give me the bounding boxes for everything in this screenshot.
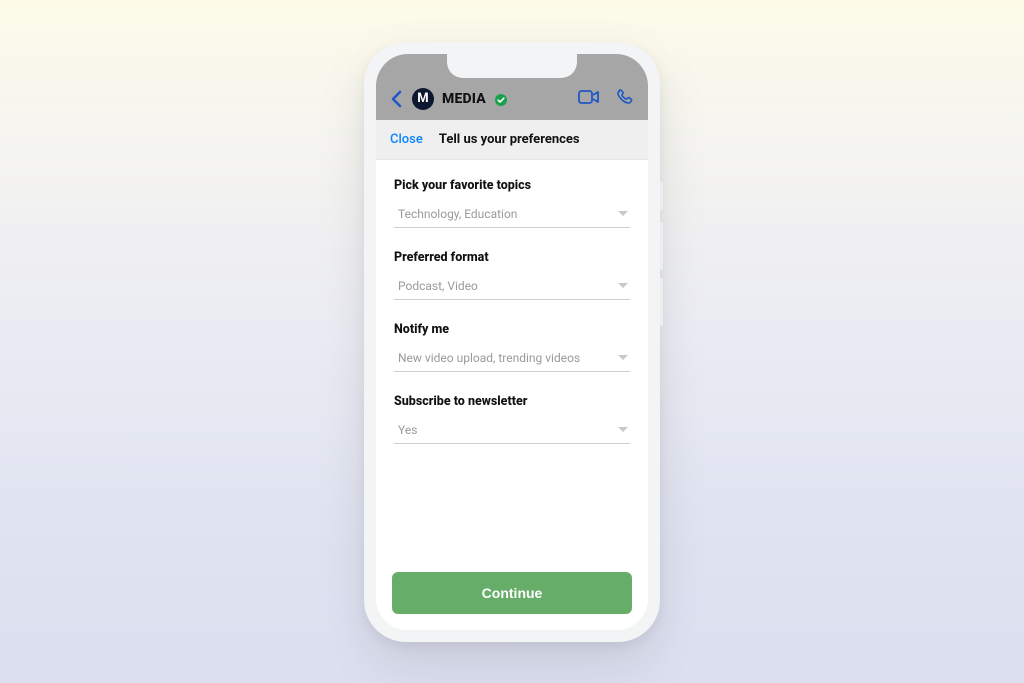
field-format: Preferred format Podcast, Video (394, 250, 630, 300)
verified-icon (494, 92, 508, 106)
field-newsletter: Subscribe to newsletter Yes (394, 394, 630, 444)
modal-title: Tell us your preferences (439, 132, 580, 147)
field-label: Pick your favorite topics (394, 178, 630, 193)
select-value: Technology, Education (398, 207, 517, 221)
brand-avatar: M (412, 88, 434, 110)
select-newsletter[interactable]: Yes (394, 419, 630, 444)
select-value: Podcast, Video (398, 279, 478, 293)
chevron-down-icon (618, 283, 628, 288)
select-notify[interactable]: New video upload, trending videos (394, 347, 630, 372)
phone-frame: M MEDIA Close Tell us your preferences P… (364, 42, 660, 642)
chevron-down-icon (618, 211, 628, 216)
brand-letter: M (417, 91, 428, 106)
field-label: Preferred format (394, 250, 630, 265)
continue-button[interactable]: Continue (392, 572, 632, 614)
phone-call-icon[interactable] (616, 88, 634, 110)
select-topics[interactable]: Technology, Education (394, 203, 630, 228)
footer: Continue (376, 556, 648, 630)
chevron-down-icon (618, 355, 628, 360)
form: Pick your favorite topics Technology, Ed… (376, 160, 648, 556)
chevron-down-icon (618, 427, 628, 432)
side-button (660, 222, 663, 270)
field-topics: Pick your favorite topics Technology, Ed… (394, 178, 630, 228)
notch (447, 54, 577, 78)
field-label: Subscribe to newsletter (394, 394, 630, 409)
select-value: New video upload, trending videos (398, 351, 580, 365)
brand-name: MEDIA (442, 91, 486, 107)
back-icon[interactable] (390, 90, 404, 108)
modal-header: Close Tell us your preferences (376, 120, 648, 160)
screen: M MEDIA Close Tell us your preferences P… (376, 54, 648, 630)
side-button (660, 182, 663, 210)
side-button (660, 278, 663, 326)
field-label: Notify me (394, 322, 630, 337)
close-button[interactable]: Close (390, 132, 423, 147)
video-call-icon[interactable] (578, 89, 600, 109)
select-value: Yes (398, 423, 417, 437)
field-notify: Notify me New video upload, trending vid… (394, 322, 630, 372)
select-format[interactable]: Podcast, Video (394, 275, 630, 300)
